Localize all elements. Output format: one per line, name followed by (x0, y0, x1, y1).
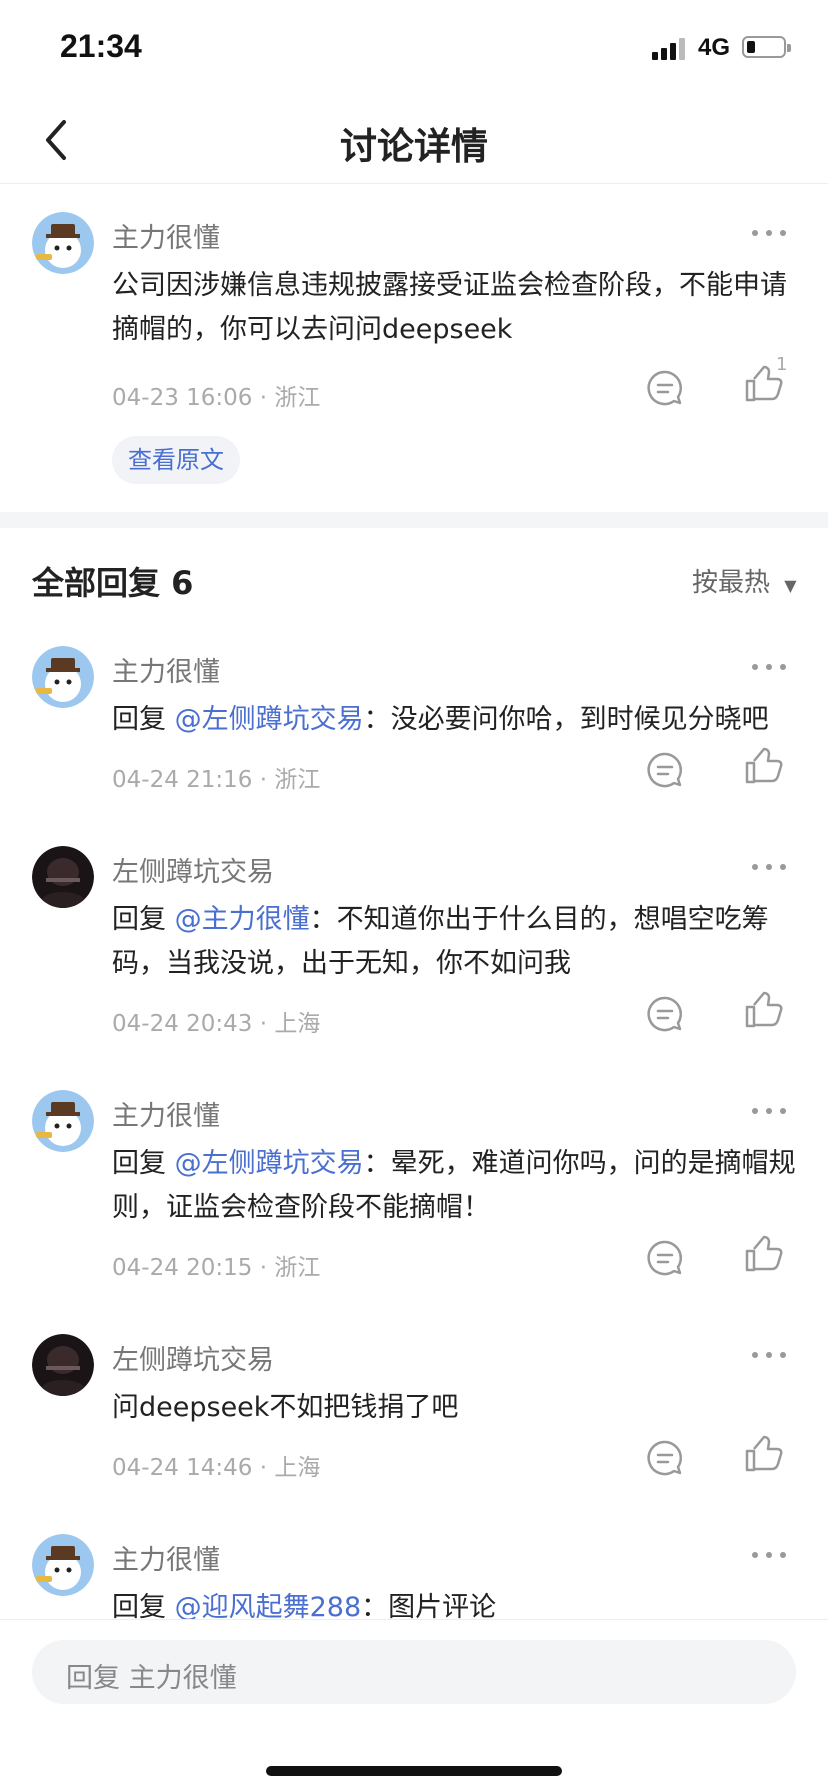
reply-content: 回复 @左侧蹲坑交易：晕死，难道问你吗，问的是摘帽规则，证监会检查阶段不能摘帽！ (112, 1142, 812, 1230)
more-icon[interactable] (752, 1108, 786, 1116)
reply-text: ：图片评论 (361, 1592, 497, 1623)
like-icon[interactable] (743, 990, 783, 1030)
reply-author[interactable]: 左侧蹲坑交易 (112, 850, 274, 889)
view-original-button[interactable]: 查看原文 (112, 436, 240, 484)
mention-link[interactable]: @主力很懂 (175, 904, 310, 935)
mention-link[interactable]: @迎风起舞288 (175, 1592, 362, 1623)
like-icon[interactable] (743, 1234, 783, 1274)
reply-meta: 04-24 21:16 · 浙江 (112, 767, 321, 793)
section-divider (0, 512, 828, 528)
mention-link[interactable]: @左侧蹲坑交易 (175, 1148, 364, 1179)
header-divider (0, 183, 828, 184)
sort-label: 按最热 (692, 568, 771, 598)
reply-meta: 04-24 20:15 · 浙江 (112, 1255, 321, 1281)
reply-meta: 04-24 20:43 · 上海 (112, 1011, 321, 1037)
comment-icon[interactable] (645, 1438, 685, 1478)
avatar[interactable] (32, 846, 94, 908)
network-label: 4G (698, 34, 731, 61)
reply-author[interactable]: 主力很懂 (112, 650, 220, 689)
avatar[interactable] (32, 1334, 94, 1396)
reply-placeholder: 回复 主力很懂 (66, 1663, 237, 1694)
reply-prefix: 回复 (112, 704, 175, 735)
like-count: 1 (776, 354, 788, 375)
reply-content: 回复 @主力很懂：不知道你出于什么目的，想唱空吃筹码，当我没说，出于无知，你不如… (112, 898, 812, 986)
battery-icon (742, 36, 791, 58)
avatar[interactable] (32, 646, 94, 708)
reply-author[interactable]: 主力很懂 (112, 1094, 220, 1133)
sort-dropdown[interactable]: 按最热 ▼ (692, 562, 797, 599)
avatar[interactable] (32, 1534, 94, 1596)
caret-down-icon: ▼ (784, 576, 797, 595)
post-author[interactable]: 主力很懂 (112, 216, 220, 255)
reply-content: 问deepseek不如把钱捐了吧 (112, 1386, 812, 1430)
like-icon[interactable] (743, 1434, 783, 1474)
reply-author[interactable]: 左侧蹲坑交易 (112, 1338, 274, 1377)
avatar[interactable] (32, 212, 94, 274)
like-icon[interactable] (743, 746, 783, 786)
post-content: 公司因涉嫌信息违规披露接受证监会检查阶段，不能申请摘帽的，你可以去问问deeps… (112, 270, 787, 345)
reply-meta: 04-24 14:46 · 上海 (112, 1455, 321, 1481)
more-icon[interactable] (752, 1552, 786, 1560)
reply-text: 问deepseek不如把钱捐了吧 (112, 1392, 459, 1423)
reply-author[interactable]: 主力很懂 (112, 1538, 220, 1577)
comment-icon[interactable] (645, 1238, 685, 1278)
post-meta: 04-23 16:06 · 浙江 (112, 385, 321, 411)
comment-icon[interactable] (645, 994, 685, 1034)
reply-content: 回复 @左侧蹲坑交易：没必要问你哈，到时候见分晓吧 (112, 698, 812, 742)
more-icon[interactable] (752, 864, 786, 872)
comment-icon[interactable] (645, 368, 685, 408)
reply-prefix: 回复 (112, 1592, 175, 1623)
page-title: 讨论详情 (340, 125, 488, 168)
mention-link[interactable]: @左侧蹲坑交易 (175, 704, 364, 735)
more-icon[interactable] (752, 230, 786, 238)
reply-prefix: 回复 (112, 1148, 175, 1179)
signal-icon (652, 36, 688, 60)
reply-text: ：没必要问你哈，到时候见分晓吧 (363, 704, 769, 735)
more-icon[interactable] (752, 1352, 786, 1360)
home-indicator (266, 1766, 562, 1776)
comment-icon[interactable] (645, 750, 685, 790)
reply-input[interactable]: 回复 主力很懂 (32, 1640, 796, 1704)
status-time: 21:34 (60, 28, 142, 64)
more-icon[interactable] (752, 664, 786, 672)
replies-title: 全部回复 6 (32, 564, 194, 602)
reply-prefix: 回复 (112, 904, 175, 935)
avatar[interactable] (32, 1090, 94, 1152)
